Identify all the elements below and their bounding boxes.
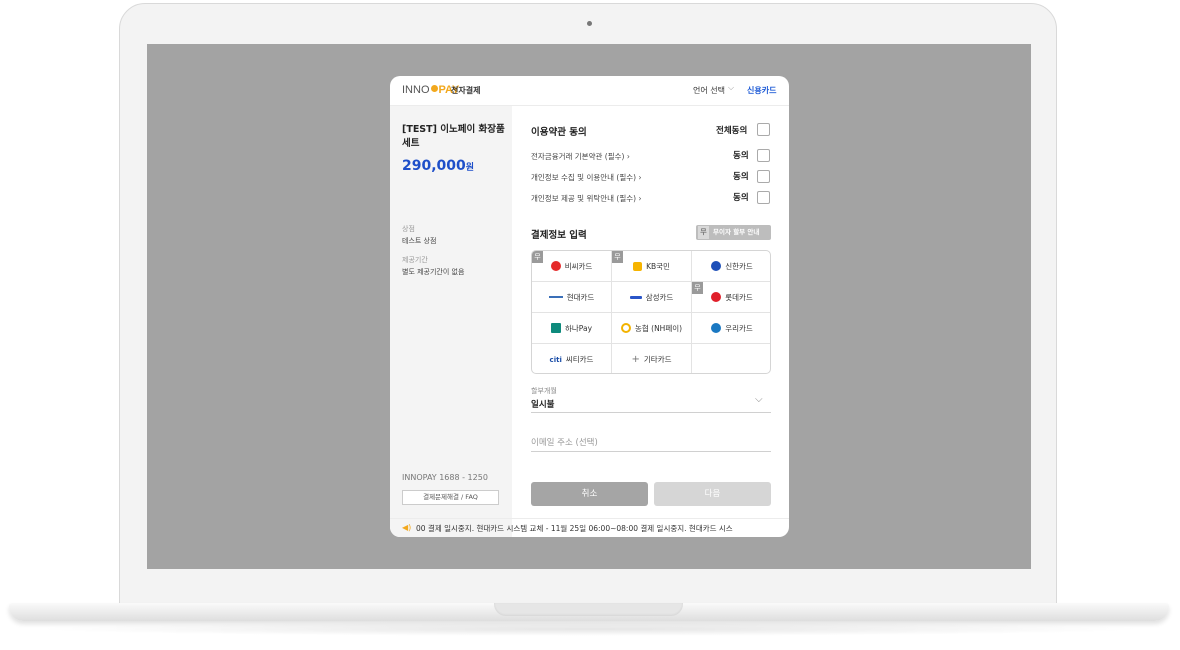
bc-card-icon (550, 261, 561, 271)
card-label: 신한카드 (725, 261, 753, 271)
card-grid: 비씨카드 KB국민 신한카드 현대카드 삼성카드 롯데카드 하나Pay 농협 (… (531, 250, 771, 374)
term-checkbox-2[interactable] (757, 170, 770, 183)
laptop-notch (494, 603, 683, 616)
period-label: 제공기간 (402, 256, 428, 264)
term-label: 개인정보 수집 및 이용안내 (필수) (531, 173, 637, 182)
chevron-down-icon[interactable]: ⌵ (728, 83, 734, 93)
agree-all-label: 전체동의 (716, 126, 748, 136)
card-option-other[interactable]: + 기타카드 (612, 344, 692, 373)
card-label: 기타카드 (643, 355, 672, 364)
card-option-citi[interactable]: citi 씨티카드 (532, 344, 612, 373)
kb-card-icon (633, 261, 643, 271)
store-value: 테스트 상점 (402, 237, 437, 245)
term-item-3[interactable]: 개인정보 제공 및 위탁안내 (필수) › (531, 193, 641, 204)
citi-card-icon: citi (549, 355, 562, 364)
card-grid-empty-cell (692, 344, 770, 373)
cancel-button[interactable]: 취소 (531, 482, 648, 506)
email-underline (531, 451, 771, 452)
term-checkbox-1[interactable] (757, 149, 770, 162)
card-label: 하나Pay (564, 323, 593, 333)
samsung-card-icon (629, 295, 642, 299)
card-option-shinhan[interactable]: 신한카드 (692, 251, 770, 282)
card-option-hana[interactable]: 하나Pay (532, 313, 612, 344)
order-summary: [TEST] 이노페이 화장품 세트 290,000원 상점 테스트 상점 제공… (390, 106, 512, 537)
no-interest-badge: 무 (532, 251, 543, 263)
email-input[interactable]: 이메일 주소 (선택) (531, 436, 598, 448)
nh-card-icon (620, 323, 631, 333)
dialog-header: INNO PAY 전자결제 언어 선택 ⌵ 신용카드 (390, 76, 789, 106)
payment-info-title: 결제정보 입력 (531, 230, 587, 241)
no-interest-badge: 무 (698, 226, 709, 239)
period-value: 별도 제공기간이 없음 (402, 268, 465, 276)
price-value: 290,000 (402, 158, 466, 174)
product-price: 290,000원 (402, 158, 474, 174)
term-label: 개인정보 제공 및 위탁안내 (필수) (531, 194, 637, 203)
notice-text: 00 결제 일시중지. 현대카드 시스템 교체 - 11월 25일 06:00~… (416, 524, 733, 533)
woori-card-icon (711, 323, 722, 333)
chevron-right-icon: › (638, 173, 642, 182)
faq-button[interactable]: 결제문제해결 / FAQ (402, 490, 499, 505)
payment-form: 이용약관 동의 전체동의 전자금융거래 기본약관 (필수) › 동의 개인정보 … (512, 106, 789, 518)
agree-all-checkbox[interactable] (757, 123, 770, 136)
next-button[interactable]: 다음 (654, 482, 771, 506)
card-label: KB국민 (646, 261, 670, 271)
support-phone: INNOPAY 1688 - 1250 (402, 473, 488, 482)
camera-icon (587, 21, 592, 26)
lotte-card-icon (711, 292, 722, 302)
plus-icon: + (631, 354, 640, 365)
card-label: 비씨카드 (564, 261, 593, 271)
store-label: 상점 (402, 225, 415, 233)
term-item-1[interactable]: 전자금융거래 기본약관 (필수) › (531, 151, 630, 162)
card-label: 씨티카드 (565, 355, 594, 364)
chevron-right-icon: › (638, 194, 642, 203)
payment-dialog: INNO PAY 전자결제 언어 선택 ⌵ 신용카드 [TEST] 이노페이 화장… (390, 76, 789, 537)
card-option-kb[interactable]: KB국민 (612, 251, 692, 282)
no-interest-badge: 무 (612, 251, 623, 263)
installment-underline (531, 412, 771, 413)
installment-select[interactable]: 일시불 (531, 398, 554, 410)
term-item-2[interactable]: 개인정보 수집 및 이용안내 (필수) › (531, 172, 641, 183)
product-name: [TEST] 이노페이 화장품 세트 (402, 124, 505, 149)
term-label: 전자금융거래 기본약관 (필수) (531, 152, 625, 161)
installment-label: 할부개월 (531, 387, 557, 395)
card-option-bc[interactable]: 비씨카드 (532, 251, 612, 282)
card-option-woori[interactable]: 우리카드 (692, 313, 770, 344)
notice-ticker: ◀) 00 결제 일시중지. 현대카드 시스템 교체 - 11월 25일 06:… (390, 518, 789, 537)
no-interest-button[interactable]: 무 무이자 할부 안내 (696, 225, 771, 240)
language-select[interactable]: 언어 선택 (693, 85, 725, 96)
card-label: 농협 (NH페이) (634, 323, 683, 333)
term-checkbox-3[interactable] (757, 191, 770, 204)
logo-subtitle: 전자결제 (451, 86, 481, 95)
term-agree-label: 동의 (733, 193, 749, 203)
no-interest-badge: 무 (692, 282, 703, 294)
payment-method-label: 신용카드 (747, 86, 777, 95)
card-label: 삼성카드 (645, 292, 674, 302)
card-option-lotte[interactable]: 롯데카드 (692, 282, 770, 313)
card-option-nh[interactable]: 농협 (NH페이) (612, 313, 692, 344)
shinhan-card-icon (711, 261, 722, 271)
bulb-icon (430, 85, 438, 92)
card-label: 우리카드 (725, 323, 753, 333)
terms-title: 이용약관 동의 (531, 127, 587, 138)
card-option-samsung[interactable]: 삼성카드 (612, 282, 692, 313)
card-label: 현대카드 (566, 292, 595, 302)
no-interest-label: 무이자 할부 안내 (713, 228, 760, 236)
speaker-icon: ◀) (402, 523, 412, 532)
price-unit: 원 (465, 163, 475, 173)
chevron-down-icon[interactable]: ⌵ (755, 394, 763, 405)
hyundai-card-icon (548, 296, 563, 298)
logo-inno-text: INNO (402, 84, 430, 96)
chevron-right-icon: › (626, 152, 630, 161)
card-label: 롯데카드 (725, 292, 753, 302)
term-agree-label: 동의 (733, 172, 749, 182)
hana-pay-icon (550, 323, 561, 333)
card-option-hyundai[interactable]: 현대카드 (532, 282, 612, 313)
term-agree-label: 동의 (733, 151, 749, 161)
laptop-shadow (30, 622, 1150, 636)
